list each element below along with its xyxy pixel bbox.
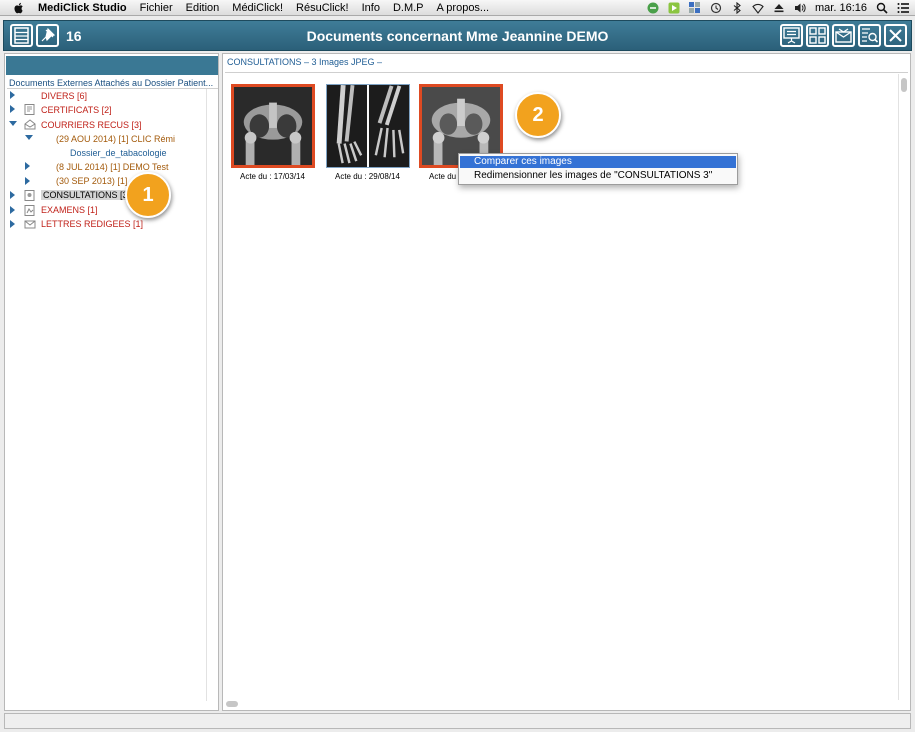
tree-item-courriers-recus[interactable]: COURRIERS RECUS [3]: [41, 120, 142, 130]
list-icon: [14, 27, 29, 44]
expand-arrow-icon[interactable]: [25, 162, 30, 170]
breadcrumb-divider: [225, 72, 908, 73]
tree-item-divers[interactable]: DIVERS [6]: [41, 91, 87, 101]
collapse-arrow-icon[interactable]: [9, 121, 17, 126]
list-search-icon: [862, 28, 879, 43]
menu-item-compare-images[interactable]: Comparer ces images: [460, 156, 736, 168]
tree-header-divider: [7, 88, 218, 89]
tree-item-examens[interactable]: EXAMENS [1]: [41, 205, 98, 215]
menu-mediclick[interactable]: MédiClick!: [232, 2, 283, 14]
menu-dmp[interactable]: D.M.P: [393, 2, 424, 14]
apple-icon[interactable]: [12, 1, 26, 15]
expand-arrow-icon[interactable]: [10, 206, 15, 214]
tree-item-consultations[interactable]: CONSULTATIONS [3]: [41, 190, 133, 200]
bluetooth-icon[interactable]: [731, 2, 743, 14]
eject-icon[interactable]: [773, 2, 785, 14]
thumbnail-caption: Acte du : 17/03/14: [240, 172, 305, 181]
images-panel: CONSULTATIONS – 3 Images JPEG – Acte du …: [222, 53, 911, 711]
tree-item-courrier-30-sep-2013[interactable]: (30 SEP 2013) [1]: [56, 176, 127, 186]
document-toolbar: 16 Documents concernant Mme Jeannine DEM…: [3, 20, 912, 51]
menu-resuclick[interactable]: RésuClick!: [296, 2, 349, 14]
thumbnail-caption: Acte du : 29/08/14: [335, 172, 400, 181]
attach-button[interactable]: [36, 24, 59, 47]
exam-icon: [24, 205, 35, 216]
collapse-arrow-icon[interactable]: [25, 135, 33, 140]
tree-scrollbar[interactable]: [206, 89, 216, 701]
menu-edition[interactable]: Edition: [186, 2, 220, 14]
pelvis-xray-image: [234, 87, 312, 165]
letter-icon: [24, 220, 36, 229]
menu-item-resize-images[interactable]: Redimensionner les images de "CONSULTATI…: [460, 170, 736, 182]
expand-arrow-icon[interactable]: [10, 191, 15, 199]
images-vertical-scrollbar[interactable]: [898, 74, 908, 700]
context-menu: Comparer ces images Redimensionner les i…: [458, 153, 738, 185]
tree-panel-header-bar: [6, 56, 218, 75]
mail-button[interactable]: [832, 24, 855, 47]
status-menus: mar. 16:16: [647, 0, 909, 16]
grid-icon: [809, 27, 826, 44]
expand-arrow-icon[interactable]: [10, 91, 15, 99]
window-title: Documents concernant Mme Jeannine DEMO: [306, 28, 609, 44]
volume-icon[interactable]: [794, 2, 806, 14]
xray-thumbnail-forearm[interactable]: [326, 84, 410, 168]
menu-info[interactable]: Info: [362, 2, 380, 14]
list-view-button[interactable]: [10, 24, 33, 47]
menu-app-name[interactable]: MediClick Studio: [38, 2, 127, 14]
time-machine-icon[interactable]: [710, 2, 722, 14]
tree-header: Documents Externes Attachés au Dossier P…: [9, 78, 214, 88]
documents-tree-panel: Documents Externes Attachés au Dossier P…: [4, 53, 219, 711]
consultation-icon: [24, 190, 35, 201]
menu-apropos[interactable]: A propos...: [437, 2, 490, 14]
menubar-clock[interactable]: mar. 16:16: [815, 2, 867, 14]
expand-arrow-icon[interactable]: [10, 220, 15, 228]
thumbnail-caption: Acte du: [429, 172, 457, 181]
vertical-scroll-thumb[interactable]: [901, 78, 907, 92]
cloud-sync-icon[interactable]: [647, 2, 659, 14]
certificate-icon: [24, 104, 35, 115]
menu-fichier[interactable]: Fichier: [140, 2, 173, 14]
step-badge-1: 1: [125, 172, 171, 218]
forearm-xray-image: [327, 85, 409, 167]
spotlight-search-icon[interactable]: [876, 2, 888, 14]
close-button[interactable]: [884, 24, 907, 47]
grid-app-icon[interactable]: [689, 2, 701, 14]
app-window: MediClick Studio Fichier Edition MédiCli…: [0, 0, 915, 732]
horizontal-scroll-thumb[interactable]: [226, 701, 238, 707]
wifi-icon[interactable]: [752, 2, 764, 14]
step-badge-2: 2: [515, 92, 561, 138]
tree-item-dossier-tabacologie[interactable]: Dossier_de_tabacologie: [70, 148, 167, 158]
expand-arrow-icon[interactable]: [25, 177, 30, 185]
status-bar: [4, 713, 911, 729]
tree-item-lettres-redigees[interactable]: LETTRES REDIGEES [1]: [41, 219, 143, 229]
xray-thumbnail-pelvis[interactable]: [231, 84, 315, 168]
pin-icon: [41, 27, 56, 42]
envelope-icon: [835, 28, 852, 43]
expand-arrow-icon[interactable]: [10, 105, 15, 113]
notification-list-icon[interactable]: [897, 2, 909, 14]
close-icon: [889, 29, 902, 42]
presentation-button[interactable]: [780, 24, 803, 47]
presentation-icon: [783, 27, 800, 44]
mail-tray-icon: [24, 119, 36, 130]
tree-item-courrier-8-jul-2014[interactable]: (8 JUL 2014) [1] DEMO Test: [56, 162, 169, 172]
tree-item-certificats[interactable]: CERTIFICATS [2]: [41, 105, 112, 115]
search-documents-button[interactable]: [858, 24, 881, 47]
tree-item-courrier-29-aou-2014[interactable]: (29 AOU 2014) [1] CLIC Rémi: [56, 134, 175, 144]
grid-view-button[interactable]: [806, 24, 829, 47]
document-count: 16: [66, 28, 82, 44]
mac-menubar: MediClick Studio Fichier Edition MédiCli…: [0, 0, 915, 16]
play-badge-icon[interactable]: [668, 2, 680, 14]
images-breadcrumb: CONSULTATIONS – 3 Images JPEG –: [227, 57, 383, 67]
